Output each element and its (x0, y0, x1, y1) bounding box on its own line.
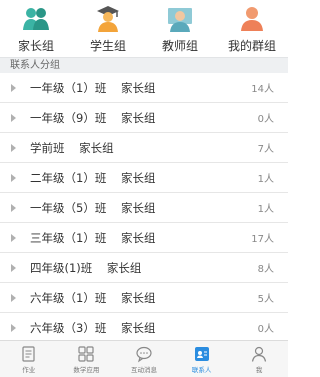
me-icon (252, 346, 267, 362)
nav-me[interactable]: 我 (230, 341, 288, 377)
homework-icon (22, 345, 35, 362)
group-name: 学前班 家长组 (30, 140, 114, 155)
group-row[interactable]: 四年级(1)班 家长组 8人 (0, 253, 288, 283)
teacher-icon (168, 8, 192, 32)
group-count: 14人 (251, 84, 274, 95)
group-count: 5人 (257, 294, 274, 305)
nav-contacts[interactable]: 联系人 (173, 341, 231, 377)
my-group-icon (241, 7, 263, 31)
nav-messages[interactable]: 互动消息 (115, 341, 173, 377)
group-name: 四年级(1)班 家长组 (30, 260, 142, 275)
tab-teachers[interactable]: 教师组 (144, 0, 216, 56)
group-name: 一年级（5）班 家长组 (30, 200, 156, 215)
tab-parents-label: 家长组 (17, 39, 54, 53)
nav-messages-label: 互动消息 (130, 365, 157, 374)
message-icon (136, 346, 152, 362)
group-name: 三年级（1）班 家长组 (30, 230, 156, 245)
group-count: 1人 (257, 204, 274, 215)
group-count: 17人 (251, 234, 274, 245)
expand-triangle-icon (11, 204, 16, 212)
nav-me-label: 我 (255, 365, 263, 374)
expand-triangle-icon (11, 234, 16, 242)
tab-parents[interactable]: 家长组 (0, 0, 72, 56)
expand-triangle-icon (11, 294, 16, 302)
group-row[interactable]: 一年级（1）班 家长组 14人 (0, 73, 288, 103)
group-row[interactable]: 六年级（1）班 家长组 5人 (0, 283, 288, 313)
group-row[interactable]: 三年级（1）班 家长组 17人 (0, 223, 288, 253)
group-count: 8人 (257, 264, 274, 275)
group-row[interactable]: 一年级（5）班 家长组 1人 (0, 193, 288, 223)
group-count: 1人 (257, 174, 274, 185)
group-row[interactable]: 学前班 家长组 7人 (0, 133, 288, 163)
group-name: 一年级（9）班 家长组 (30, 110, 156, 125)
nav-apps[interactable]: 数学应用 (58, 341, 116, 377)
nav-homework-label: 作业 (22, 365, 36, 374)
tab-my-groups-label: 我的群组 (227, 39, 276, 53)
expand-triangle-icon (11, 114, 16, 122)
tab-students-label: 学生组 (89, 39, 126, 53)
group-name: 六年级（1）班 家长组 (30, 290, 156, 305)
apps-icon (78, 345, 94, 362)
group-row[interactable]: 一年级（9）班 家长组 0人 (0, 103, 288, 133)
expand-triangle-icon (11, 84, 16, 92)
nav-apps-label: 数学应用 (73, 365, 100, 374)
group-row[interactable]: 二年级（1）班 家长组 1人 (0, 163, 288, 193)
group-count: 7人 (257, 144, 274, 155)
group-count: 0人 (257, 114, 274, 125)
group-name: 六年级（3）班 家长组 (30, 320, 156, 335)
tab-teachers-label: 教师组 (161, 39, 198, 53)
group-count: 0人 (257, 324, 274, 335)
bottom-nav: 作业 数学应用 互动消息 联系人 我 (0, 340, 288, 377)
expand-triangle-icon (11, 144, 16, 152)
section-header: 联系人分组 (0, 57, 288, 73)
group-row[interactable]: 六年级（3）班 家长组 0人 (0, 313, 288, 343)
expand-triangle-icon (11, 324, 16, 332)
parents-icon (23, 8, 49, 30)
group-category-tabs: 家长组 学生组 教师组 我的群组 (0, 0, 288, 56)
nav-homework[interactable]: 作业 (0, 341, 58, 377)
contact-group-list: 一年级（1）班 家长组 14人 一年级（9）班 家长组 0人 学前班 家长组 7… (0, 73, 288, 343)
nav-contacts-label: 联系人 (191, 365, 212, 374)
tab-students[interactable]: 学生组 (72, 0, 144, 56)
tab-my-groups[interactable]: 我的群组 (216, 0, 288, 56)
contacts-icon (194, 346, 209, 361)
expand-triangle-icon (11, 174, 16, 182)
group-name: 二年级（1）班 家长组 (30, 170, 156, 185)
expand-triangle-icon (11, 264, 16, 272)
graduate-icon (97, 6, 119, 32)
group-name: 一年级（1）班 家长组 (30, 80, 156, 95)
